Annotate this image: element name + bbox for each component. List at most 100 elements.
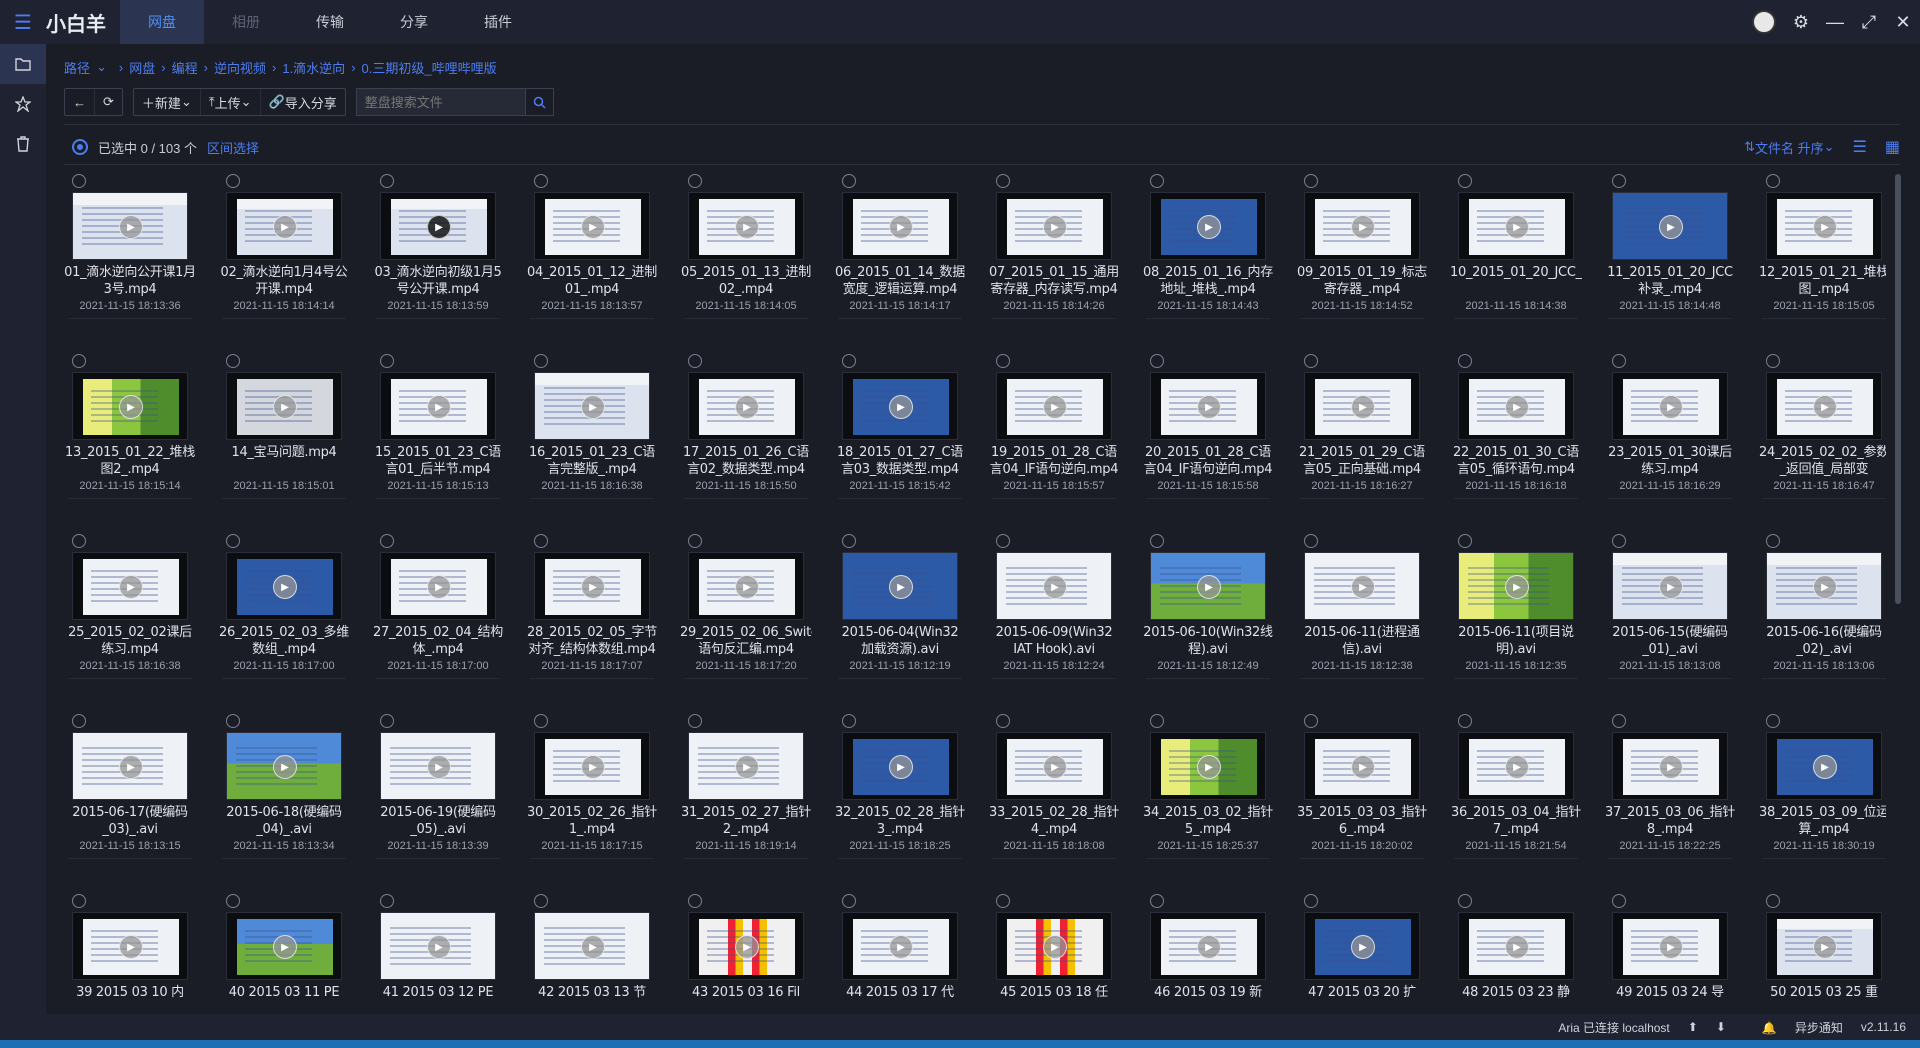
play-icon[interactable]: ▶ xyxy=(119,935,143,959)
video-thumbnail[interactable]: ▶ xyxy=(1150,372,1266,440)
file-tile[interactable]: ▶ 2015-06-11(项目说明).avi 2021-11-15 18:12:35 xyxy=(1450,530,1596,701)
video-thumbnail[interactable]: ▶ xyxy=(1304,192,1420,260)
video-thumbnail[interactable]: ▶ xyxy=(534,552,650,620)
file-tile[interactable]: ▶ 40 2015 03 11 PE xyxy=(218,890,364,1014)
file-select-checkbox[interactable] xyxy=(72,354,86,368)
play-icon[interactable]: ▶ xyxy=(1505,215,1529,239)
file-tile[interactable]: ▶ 37_2015_03_06_指针8_.mp4 2021-11-15 18:22:… xyxy=(1604,710,1750,881)
file-tile[interactable]: ▶ 20_2015_01_28_C语言04_IF语句逆向.mp4 2021-11-1… xyxy=(1142,350,1288,521)
play-icon[interactable]: ▶ xyxy=(273,755,297,779)
play-icon[interactable]: ▶ xyxy=(273,575,297,599)
play-icon[interactable]: ▶ xyxy=(889,755,913,779)
video-thumbnail[interactable]: ▶ xyxy=(996,192,1112,260)
file-select-checkbox[interactable] xyxy=(1766,714,1780,728)
video-thumbnail[interactable]: ▶ xyxy=(688,912,804,980)
video-thumbnail[interactable]: ▶ xyxy=(1458,732,1574,800)
video-thumbnail[interactable]: ▶ xyxy=(996,372,1112,440)
video-thumbnail[interactable]: ▶ xyxy=(688,372,804,440)
file-tile[interactable]: ▶ 06_2015_01_14_数据宽度_逻辑运算.mp4 2021-11-15 1… xyxy=(834,170,980,341)
file-tile[interactable]: ▶ 32_2015_02_28_指针3_.mp4 2021-11-15 18:18:… xyxy=(834,710,980,881)
video-thumbnail[interactable]: ▶ xyxy=(1304,552,1420,620)
file-tile[interactable]: ▶ 23_2015_01_30课后练习.mp4 2021-11-15 18:16:2… xyxy=(1604,350,1750,521)
file-tile[interactable]: ▶ 43 2015 03 16 Fil xyxy=(680,890,826,1014)
play-icon[interactable]: ▶ xyxy=(1351,215,1375,239)
video-thumbnail[interactable]: ▶ xyxy=(1150,912,1266,980)
file-tile[interactable]: ▶ 14_宝马问题.mp4 2021-11-15 18:15:01 xyxy=(218,350,364,521)
video-thumbnail[interactable]: ▶ xyxy=(72,552,188,620)
video-thumbnail[interactable]: ▶ xyxy=(842,912,958,980)
file-select-checkbox[interactable] xyxy=(1766,894,1780,908)
refresh-icon[interactable]: ⟳ xyxy=(94,89,122,115)
play-icon[interactable]: ▶ xyxy=(119,395,143,419)
video-thumbnail[interactable]: ▶ xyxy=(996,732,1112,800)
file-tile[interactable]: ▶ 21_2015_01_29_C语言05_正向基础.mp4 2021-11-15 … xyxy=(1296,350,1442,521)
file-tile[interactable]: ▶ 11_2015_01_20_JCC补录_.mp4 2021-11-15 18:1… xyxy=(1604,170,1750,341)
new-button[interactable]: ＋新建 ⌄ xyxy=(134,89,200,115)
file-tile[interactable]: ▶ 09_2015_01_19_标志寄存器_.mp4 2021-11-15 18:1… xyxy=(1296,170,1442,341)
file-select-checkbox[interactable] xyxy=(72,174,86,188)
file-select-checkbox[interactable] xyxy=(1766,354,1780,368)
video-thumbnail[interactable]: ▶ xyxy=(72,912,188,980)
list-view-icon[interactable]: ☰ xyxy=(1853,137,1867,157)
video-thumbnail[interactable]: ▶ xyxy=(1458,192,1574,260)
play-icon[interactable]: ▶ xyxy=(1043,395,1067,419)
play-icon[interactable]: ▶ xyxy=(1659,755,1683,779)
file-tile[interactable]: ▶ 50 2015 03 25 重 xyxy=(1758,890,1886,1014)
breadcrumb-item[interactable]: 逆向视频 xyxy=(214,58,266,77)
play-icon[interactable]: ▶ xyxy=(1659,395,1683,419)
play-icon[interactable]: ▶ xyxy=(427,935,451,959)
file-tile[interactable]: ▶ 41 2015 03 12 PE xyxy=(372,890,518,1014)
play-icon[interactable]: ▶ xyxy=(889,935,913,959)
video-thumbnail[interactable]: ▶ xyxy=(996,552,1112,620)
chevron-down-icon[interactable]: ⌄ xyxy=(96,59,107,75)
file-select-checkbox[interactable] xyxy=(1612,174,1626,188)
play-icon[interactable]: ▶ xyxy=(427,215,451,239)
video-thumbnail[interactable]: ▶ xyxy=(226,732,342,800)
video-thumbnail[interactable]: ▶ xyxy=(226,912,342,980)
file-select-checkbox[interactable] xyxy=(688,894,702,908)
video-thumbnail[interactable]: ▶ xyxy=(1612,732,1728,800)
play-icon[interactable]: ▶ xyxy=(1197,575,1221,599)
play-icon[interactable]: ▶ xyxy=(735,755,759,779)
video-thumbnail[interactable]: ▶ xyxy=(1150,552,1266,620)
play-icon[interactable]: ▶ xyxy=(427,395,451,419)
play-icon[interactable]: ▶ xyxy=(1505,575,1529,599)
video-thumbnail[interactable]: ▶ xyxy=(1458,372,1574,440)
file-tile[interactable]: ▶ 04_2015_01_12_进制01_.mp4 2021-11-15 18:13… xyxy=(526,170,672,341)
file-tile[interactable]: ▶ 15_2015_01_23_C语言01_后半节.mp4 2021-11-15 1… xyxy=(372,350,518,521)
file-tile[interactable]: ▶ 29_2015_02_06_Switch语句反汇编.mp4 2021-11-15… xyxy=(680,530,826,701)
file-select-checkbox[interactable] xyxy=(1458,714,1472,728)
file-tile[interactable]: ▶ 18_2015_01_27_C语言03_数据类型.mp4 2021-11-15 … xyxy=(834,350,980,521)
play-icon[interactable]: ▶ xyxy=(735,395,759,419)
play-icon[interactable]: ▶ xyxy=(427,755,451,779)
file-tile[interactable]: ▶ 08_2015_01_16_内存地址_堆栈_.mp4 2021-11-15 18… xyxy=(1142,170,1288,341)
file-select-checkbox[interactable] xyxy=(1766,174,1780,188)
play-icon[interactable]: ▶ xyxy=(1505,755,1529,779)
file-select-checkbox[interactable] xyxy=(1304,714,1318,728)
tab-cloud-drive[interactable]: 网盘 xyxy=(120,0,204,44)
download-arrow-icon[interactable]: ⬇ xyxy=(1716,1020,1726,1034)
file-select-checkbox[interactable] xyxy=(1150,174,1164,188)
file-select-checkbox[interactable] xyxy=(996,714,1010,728)
file-tile[interactable]: ▶ 38_2015_03_09_位运算_.mp4 2021-11-15 18:30:… xyxy=(1758,710,1886,881)
file-tile[interactable]: ▶ 31_2015_02_27_指针2_.mp4 2021-11-15 18:19:… xyxy=(680,710,826,881)
file-select-checkbox[interactable] xyxy=(226,174,240,188)
file-tile[interactable]: ▶ 2015-06-19(硬编码_05)_.avi 2021-11-15 18:13… xyxy=(372,710,518,881)
file-tile[interactable]: ▶ 28_2015_02_05_字节对齐_结构体数组.mp4 2021-11-15 … xyxy=(526,530,672,701)
import-share-button[interactable]: 🔗 导入分享 xyxy=(259,89,345,115)
file-select-checkbox[interactable] xyxy=(1458,174,1472,188)
file-select-checkbox[interactable] xyxy=(996,354,1010,368)
play-icon[interactable]: ▶ xyxy=(1505,935,1529,959)
file-select-checkbox[interactable] xyxy=(1612,894,1626,908)
file-select-checkbox[interactable] xyxy=(842,714,856,728)
file-tile[interactable]: ▶ 27_2015_02_04_结构体_.mp4 2021-11-15 18:17:… xyxy=(372,530,518,701)
file-tile[interactable]: ▶ 03_滴水逆向初级1月5号公开课.mp4 2021-11-15 18:13:59 xyxy=(372,170,518,341)
file-tile[interactable]: ▶ 26_2015_02_03_多维数组_.mp4 2021-11-15 18:17… xyxy=(218,530,364,701)
video-thumbnail[interactable]: ▶ xyxy=(72,732,188,800)
video-thumbnail[interactable]: ▶ xyxy=(534,192,650,260)
file-tile[interactable]: ▶ 45 2015 03 18 任 xyxy=(988,890,1134,1014)
file-select-checkbox[interactable] xyxy=(842,174,856,188)
file-tile[interactable]: ▶ 10_2015_01_20_JCC_.mp4 2021-11-15 18:14:… xyxy=(1450,170,1596,341)
file-tile[interactable]: ▶ 2015-06-17(硬编码_03)_.avi 2021-11-15 18:13… xyxy=(64,710,210,881)
tab-transfer[interactable]: 传输 xyxy=(288,0,372,44)
